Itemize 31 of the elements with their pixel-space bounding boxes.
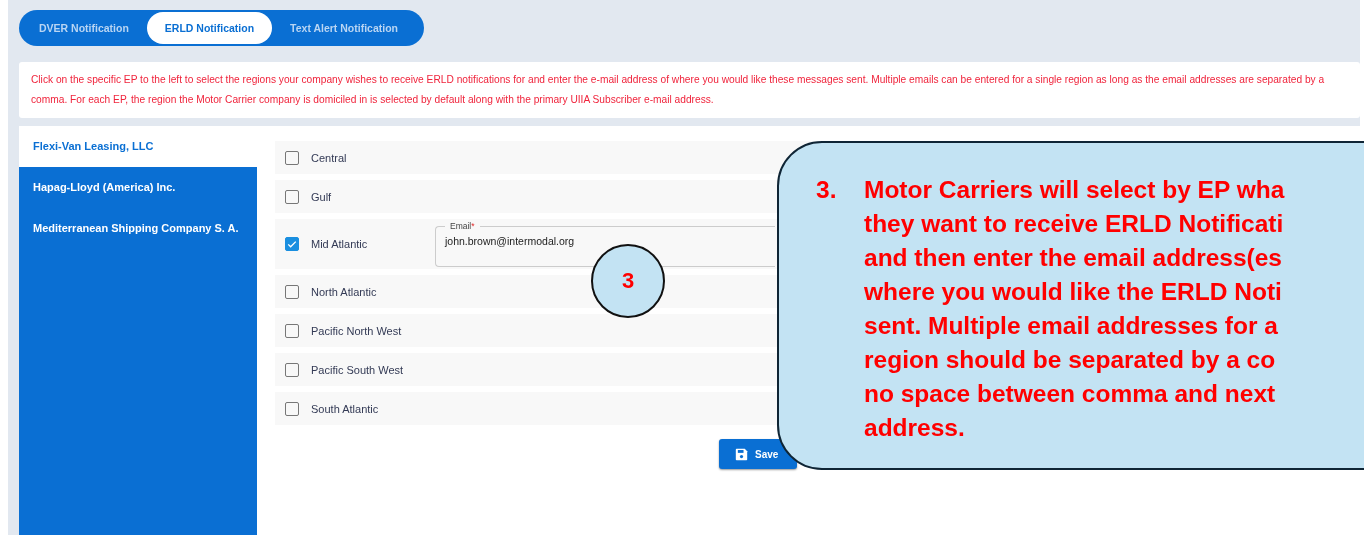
sidebar-item[interactable]: Mediterranean Shipping Company S. A. [19,208,257,249]
tab[interactable]: ERLD Notification [146,12,273,44]
checkbox[interactable] [285,323,299,338]
callout-text: sent. Multiple email addresses for a [864,311,1278,341]
checkbox[interactable] [285,237,299,251]
sidebar-item[interactable]: Flexi-Van Leasing, LLC [19,126,257,167]
region-label: Mid Atlantic [311,238,369,250]
checkbox[interactable] [285,150,299,165]
region-label: South Atlantic [311,402,380,415]
save-button[interactable]: Save [719,439,797,469]
checkbox[interactable] [285,362,299,377]
region-label: North Atlantic [311,285,378,298]
sidebar-item[interactable]: Hapag-Lloyd (America) Inc. [19,167,257,208]
checkbox[interactable] [285,284,299,299]
region-label: Gulf [311,190,333,203]
callout-text: and then enter the email address(es [864,243,1282,273]
callout-number: 3. [816,175,838,205]
instructions-text: Click on the specific EP to the left to select the regions your company wishes to receive ERLD notifications for and enter the e-mail address of where you would like these messages sent. Multiple emails can be entered for a single region as long as the email addresses are separated by a comma. For each EP, the region the Motor Carrier company is domiciled in is selected by default along with the primary UIIA Subscriber e-mail address. [31,73,1326,107]
region-label: Central [311,151,348,164]
callout-text: no space between comma and next [864,379,1276,409]
callout-text: region should be separated by a co [864,345,1276,375]
tab[interactable]: DVER Notification [21,12,147,44]
region-label: Pacific North West [311,324,403,337]
callout-text: Motor Carriers will select by EP wha [864,175,1285,205]
tab[interactable]: Text Alert Notification [272,12,417,44]
checkbox[interactable] [285,189,299,204]
callout-text: address. [864,413,965,443]
region-label: Pacific South West [311,363,405,376]
callout-text: they want to receive ERLD Notificati [864,209,1284,239]
checkbox[interactable] [285,401,299,416]
callout-text: where you would like the ERLD Noti [864,277,1282,307]
